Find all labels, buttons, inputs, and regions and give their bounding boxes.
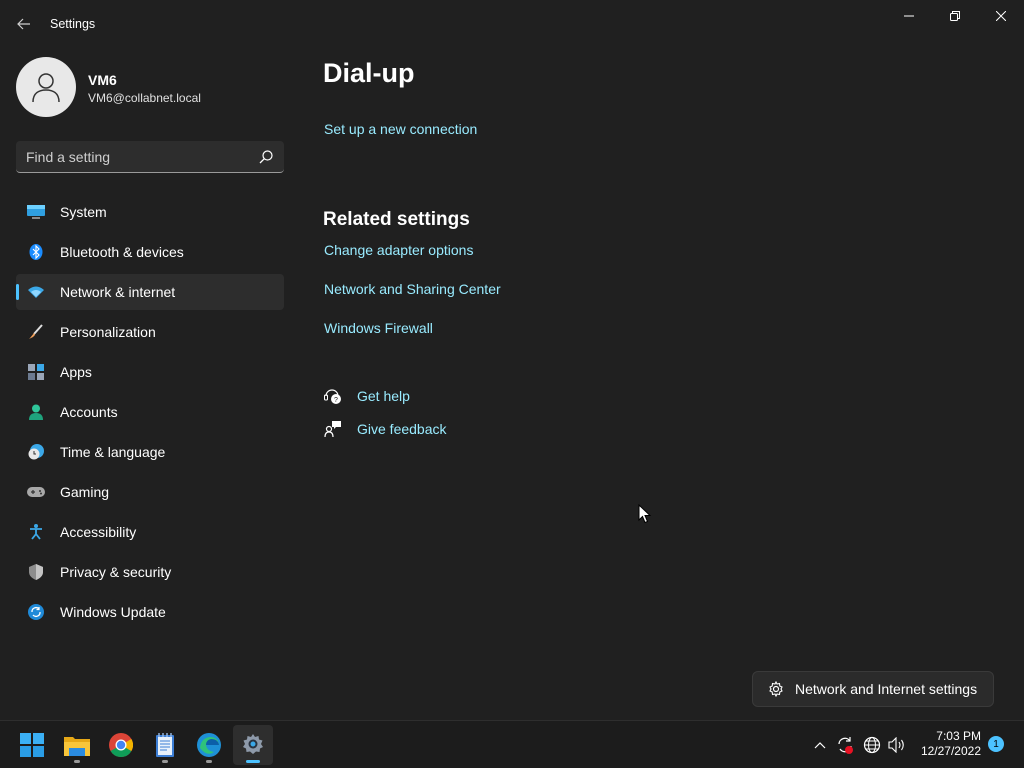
taskbar — [0, 720, 1024, 768]
gear-icon — [767, 680, 785, 698]
minimize-button[interactable] — [886, 0, 932, 32]
search-box[interactable] — [16, 141, 284, 173]
setup-connection-link[interactable]: Set up a new connection — [324, 121, 477, 137]
taskbar-edge[interactable] — [189, 725, 229, 765]
notepad-icon — [156, 733, 174, 757]
taskbar-file-explorer[interactable] — [57, 725, 97, 765]
sidebar-item-gaming[interactable]: Gaming — [16, 474, 284, 510]
running-indicator — [162, 760, 168, 763]
sync-tray-button[interactable] — [835, 735, 855, 755]
close-icon — [996, 11, 1006, 21]
back-arrow-icon — [17, 18, 30, 30]
person-icon — [27, 404, 45, 420]
chrome-icon — [109, 733, 133, 757]
minimize-icon — [904, 15, 914, 17]
sidebar-item-label: Accessibility — [60, 524, 137, 540]
sidebar-item-label: Accounts — [60, 404, 118, 420]
sidebar-item-privacy-security[interactable]: Privacy & security — [16, 554, 284, 590]
close-button[interactable] — [978, 0, 1024, 32]
sidebar-item-label: Personalization — [60, 324, 156, 340]
network-sharing-center-link[interactable]: Network and Sharing Center — [324, 281, 501, 297]
sidebar-item-time-language[interactable]: Time & language — [16, 434, 284, 470]
user-icon — [32, 73, 60, 103]
sidebar-item-label: Time & language — [60, 444, 166, 460]
file-explorer-icon — [64, 737, 90, 756]
user-email: VM6@collabnet.local — [88, 91, 201, 105]
help-chat-icon: ? — [323, 386, 343, 406]
restore-icon — [950, 11, 960, 21]
sidebar-nav: System Bluetooth & devices Network & int… — [16, 194, 284, 634]
sidebar-item-label: Windows Update — [60, 604, 166, 620]
taskbar-notepad[interactable] — [145, 725, 185, 765]
running-indicator — [74, 760, 80, 763]
bluetooth-icon — [27, 244, 45, 260]
taskbar-settings[interactable] — [233, 725, 273, 765]
clock-globe-icon — [27, 444, 45, 460]
accessibility-icon — [27, 524, 45, 540]
restore-button[interactable] — [932, 0, 978, 32]
change-adapter-options-link[interactable]: Change adapter options — [324, 242, 473, 258]
related-settings-title: Related settings — [323, 209, 470, 230]
feedback-icon — [323, 419, 343, 439]
get-help-row[interactable]: ? Get help — [323, 386, 410, 406]
monitor-icon — [27, 204, 45, 220]
network-tray-button[interactable] — [862, 735, 882, 755]
sidebar-item-label: Privacy & security — [60, 564, 172, 580]
volume-tray-button[interactable] — [887, 735, 907, 755]
give-feedback-row[interactable]: Give feedback — [323, 419, 447, 439]
search-icon[interactable] — [258, 149, 274, 165]
globe-icon — [863, 736, 881, 754]
taskbar-chrome[interactable] — [101, 725, 141, 765]
taskbar-clock[interactable]: 7:03 PM 12/27/2022 — [921, 729, 981, 759]
speaker-icon — [888, 737, 904, 753]
sidebar-item-personalization[interactable]: Personalization — [16, 314, 284, 350]
tooltip-text: Network and Internet settings — [795, 681, 978, 697]
back-button[interactable] — [10, 12, 38, 36]
mouse-cursor-icon — [638, 504, 652, 524]
sidebar-item-network[interactable]: Network & internet — [16, 274, 284, 310]
sidebar-item-label: Bluetooth & devices — [60, 244, 184, 260]
show-hidden-icons-button[interactable] — [810, 735, 830, 755]
sidebar-item-windows-update[interactable]: Windows Update — [16, 594, 284, 630]
network-settings-tooltip[interactable]: Network and Internet settings — [752, 671, 994, 707]
clock-date: 12/27/2022 — [920, 744, 981, 758]
start-icon — [20, 733, 44, 757]
start-button[interactable] — [12, 725, 52, 765]
search-input[interactable] — [26, 141, 246, 172]
page-title: Dial-up — [323, 58, 415, 88]
sidebar-item-apps[interactable]: Apps — [16, 354, 284, 390]
sidebar-item-label: Gaming — [60, 484, 110, 500]
wifi-icon — [27, 284, 45, 300]
user-name: VM6 — [88, 72, 117, 88]
title-bar: Settings — [0, 0, 1024, 48]
sidebar-item-bluetooth[interactable]: Bluetooth & devices — [16, 234, 284, 270]
sidebar-item-accounts[interactable]: Accounts — [16, 394, 284, 430]
sidebar-item-system[interactable]: System — [16, 194, 284, 230]
running-indicator — [206, 760, 212, 763]
edge-icon — [197, 733, 221, 757]
sidebar-item-label: Network & internet — [60, 284, 176, 300]
shield-icon — [27, 564, 45, 580]
apps-icon — [27, 364, 45, 380]
windows-firewall-link[interactable]: Windows Firewall — [324, 320, 433, 336]
get-help-link[interactable]: Get help — [357, 388, 410, 404]
avatar[interactable] — [16, 57, 76, 117]
sidebar-item-accessibility[interactable]: Accessibility — [16, 514, 284, 550]
give-feedback-link[interactable]: Give feedback — [357, 421, 447, 437]
brush-icon — [27, 324, 45, 340]
clock-time: 7:03 PM — [936, 729, 981, 743]
update-icon — [27, 604, 45, 620]
chevron-up-icon — [814, 742, 826, 749]
svg-text:?: ? — [334, 397, 338, 404]
notification-badge[interactable]: 1 — [988, 736, 1004, 752]
gamepad-icon — [27, 484, 45, 500]
sidebar-item-label: Apps — [60, 364, 92, 380]
app-title: Settings — [50, 17, 96, 31]
sync-error-icon — [838, 737, 853, 754]
settings-icon — [243, 734, 263, 754]
running-indicator — [246, 760, 260, 763]
sidebar-item-label: System — [60, 204, 107, 220]
